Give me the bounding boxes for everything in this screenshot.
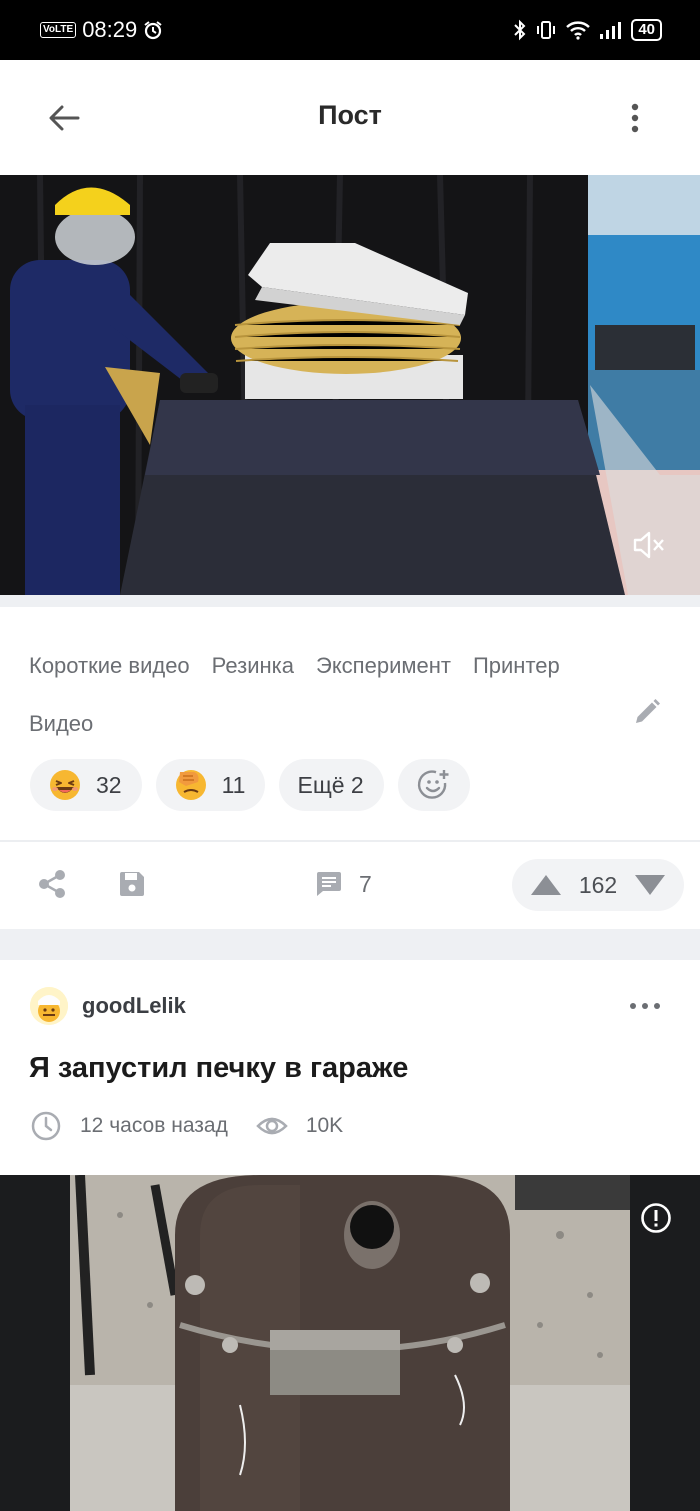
post-video[interactable]: [0, 175, 700, 595]
bluetooth-icon: [514, 19, 526, 41]
rating-value: 162: [578, 871, 618, 898]
post-title[interactable]: Я запустил печку в гараже: [29, 1052, 408, 1085]
views-count: 10K: [305, 1114, 344, 1137]
video-frame: [0, 175, 700, 595]
reaction-facepalm[interactable]: 11: [155, 759, 266, 811]
eye-icon: [256, 1117, 288, 1135]
app-bar: Пост: [0, 60, 700, 175]
downvote-icon[interactable]: [634, 873, 666, 897]
vibrate-icon: [537, 21, 556, 39]
upvote-icon[interactable]: [530, 873, 562, 897]
reaction-count: 11: [221, 771, 246, 798]
wifi-icon: [566, 21, 591, 40]
tag[interactable]: Видео: [29, 695, 93, 753]
reactions-row: 32 11 Ещё 2: [30, 759, 470, 811]
mute-icon[interactable]: [632, 528, 666, 562]
avatar-image: [30, 987, 68, 1025]
clock-icon: [31, 1111, 61, 1141]
battery-indicator: 40: [631, 19, 662, 41]
clock: 08:29: [82, 17, 138, 42]
facepalm-icon: [175, 770, 206, 800]
volte-indicator: VoLTE: [40, 22, 77, 38]
rating-control: 162: [512, 859, 684, 911]
avatar[interactable]: [30, 987, 68, 1025]
tag[interactable]: Принтер: [473, 637, 560, 695]
comments-count: 7: [359, 870, 372, 897]
reaction-laughing[interactable]: 32: [30, 759, 142, 811]
tag[interactable]: Короткие видео: [29, 637, 190, 695]
share-icon[interactable]: [36, 868, 68, 900]
more-vertical-icon[interactable]: [620, 98, 650, 138]
more-horizontal-icon[interactable]: [628, 1000, 662, 1012]
comment-icon: [317, 872, 341, 896]
post-image[interactable]: [0, 1175, 700, 1511]
author-name[interactable]: goodLelik: [82, 993, 186, 1019]
post-actions-bar: 7 162: [0, 842, 700, 928]
page-title: Пост: [318, 100, 382, 130]
reaction-count: 32: [96, 771, 122, 798]
alarm-icon: [144, 21, 162, 40]
warning-icon[interactable]: [640, 1202, 672, 1234]
add-reaction-button[interactable]: [397, 759, 470, 811]
status-bar: VoLTE 08:29 40: [0, 0, 700, 60]
signal-icon: [600, 22, 622, 39]
post-time: 12 часов назад: [80, 1114, 228, 1137]
tag-list: Короткие видео Резинка Эксперимент Принт…: [29, 637, 639, 753]
image-frame: [0, 1175, 700, 1511]
comments-button[interactable]: 7: [313, 868, 372, 900]
edit-pencil-icon[interactable]: [632, 697, 662, 727]
more-reactions-button[interactable]: Ещё 2: [279, 759, 384, 811]
tag[interactable]: Резинка: [212, 637, 294, 695]
more-reactions-label: Ещё 2: [297, 771, 364, 798]
save-icon[interactable]: [116, 868, 148, 900]
post-meta: 12 часов назад 10K: [30, 1110, 343, 1142]
laughing-face-icon: [50, 770, 80, 800]
tag[interactable]: Эксперимент: [316, 637, 451, 695]
add-reaction-icon: [417, 770, 449, 799]
